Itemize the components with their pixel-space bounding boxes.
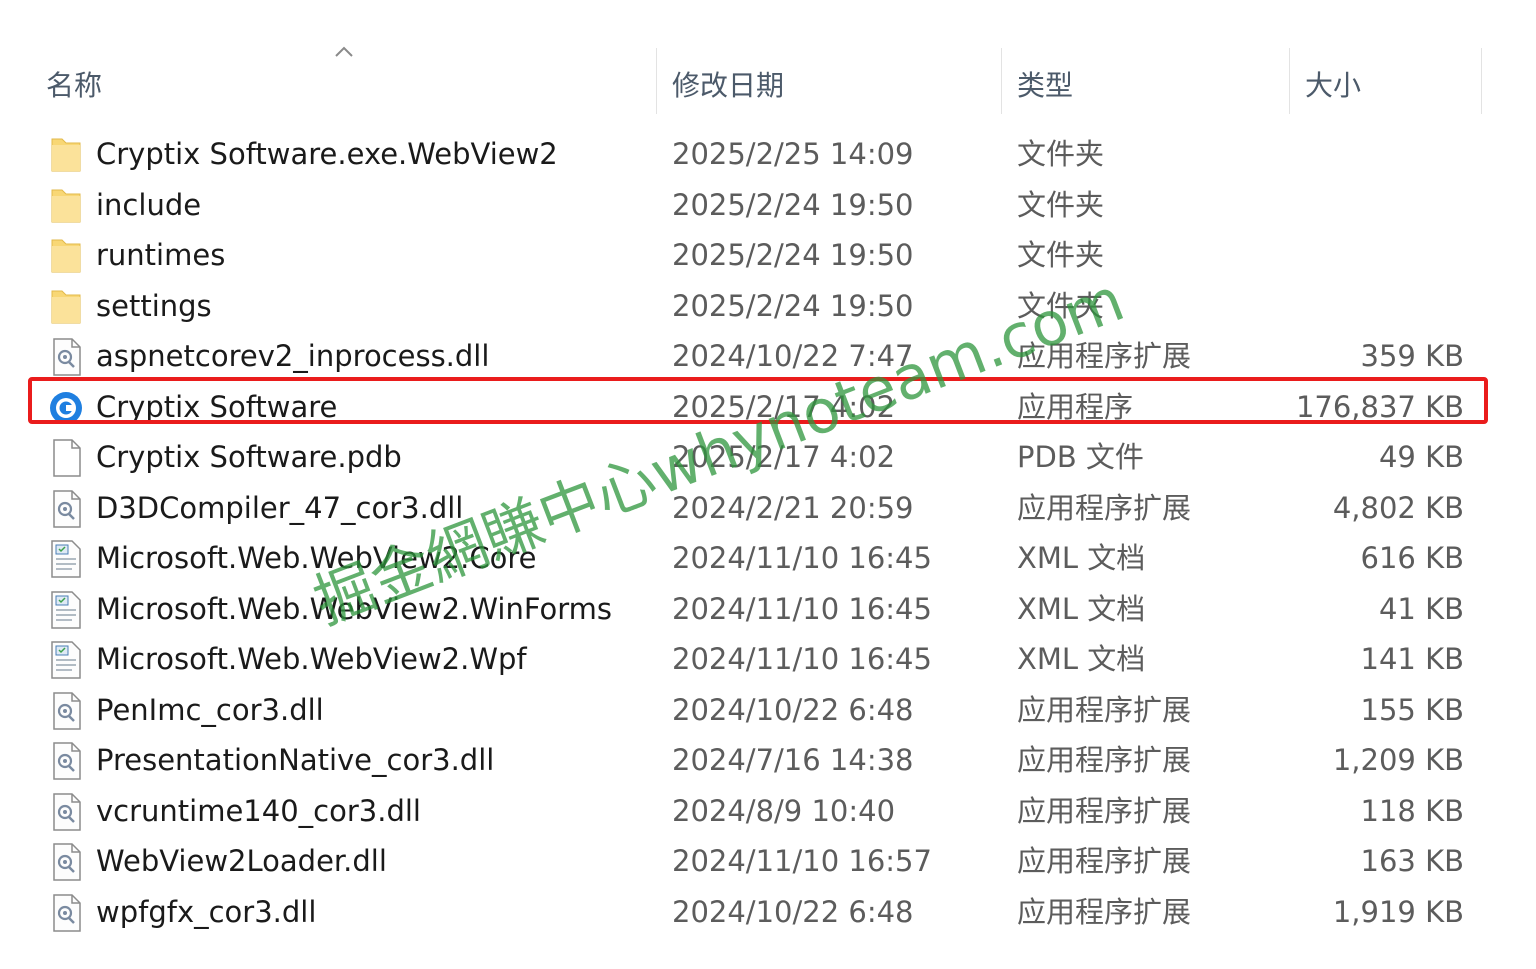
file-size: 616 KB — [1360, 541, 1464, 575]
column-divider[interactable] — [1001, 48, 1002, 114]
file-date: 2024/8/9 10:40 — [672, 793, 896, 828]
file-type: 文件夹 — [1017, 187, 1105, 222]
file-type: PDB 文件 — [1017, 440, 1144, 474]
file-size: 41 KB — [1378, 591, 1464, 626]
file-row[interactable]: D3DCompiler_47_cor3.dll 2024/2/21 20:59 应用… — [0, 483, 1536, 534]
file-row[interactable]: WebView2Loader.dll 2024/11/10 16:57 应用程序扩展… — [0, 836, 1536, 887]
dll-file-icon — [48, 489, 84, 529]
file-date: 2024/11/10 16:45 — [672, 591, 932, 626]
folder-icon — [48, 287, 84, 327]
file-type: 文件夹 — [1017, 288, 1105, 323]
file-date: 2024/2/21 20:59 — [672, 490, 914, 525]
file-row[interactable]: PresentationNative_cor3.dll 2024/7/16 14:… — [0, 735, 1536, 786]
file-type: XML 文档 — [1017, 591, 1146, 626]
file-date: 2024/10/22 6:48 — [672, 894, 914, 929]
xml-file-icon — [48, 590, 84, 630]
dll-file-icon — [48, 741, 84, 781]
folder-icon — [48, 186, 84, 226]
dll-file-icon — [48, 842, 84, 882]
file-date: 2024/11/10 16:45 — [672, 541, 932, 575]
file-list: Cryptix Software.exe.WebView2 2025/2/25 1… — [0, 129, 1536, 937]
file-date: 2025/2/24 19:50 — [672, 238, 914, 272]
file-size: 141 KB — [1360, 642, 1464, 676]
file-type: 应用程序扩展 — [1017, 339, 1192, 373]
file-name[interactable]: Cryptix Software.pdb — [96, 432, 402, 482]
file-date: 2025/2/24 19:50 — [672, 288, 914, 323]
file-row[interactable]: aspnetcorev2_inprocess.dll 2024/10/22 7:4… — [0, 331, 1536, 382]
file-size: 118 KB — [1360, 793, 1464, 828]
file-row[interactable]: Microsoft.Web.WebView2.WinForms 2024/11/1… — [0, 584, 1536, 635]
file-size: 49 KB — [1378, 440, 1464, 474]
file-name[interactable]: WebView2Loader.dll — [96, 836, 387, 886]
file-name[interactable]: Microsoft.Web.WebView2.WinForms — [96, 584, 612, 634]
file-name[interactable]: PresentationNative_cor3.dll — [96, 735, 494, 785]
file-type: XML 文档 — [1017, 642, 1146, 676]
file-name[interactable]: include — [96, 180, 201, 230]
file-date: 2025/2/24 19:50 — [672, 187, 914, 222]
file-name[interactable]: settings — [96, 281, 212, 331]
highlight-box — [28, 377, 1488, 424]
file-row[interactable]: Cryptix Software.exe.WebView2 2025/2/25 1… — [0, 129, 1536, 180]
file-name[interactable]: runtimes — [96, 230, 225, 280]
xml-file-icon — [48, 640, 84, 680]
dll-file-icon — [48, 792, 84, 832]
file-size: 163 KB — [1360, 844, 1464, 878]
file-row[interactable]: runtimes 2025/2/24 19:50 文件夹 — [0, 230, 1536, 281]
folder-icon — [48, 135, 84, 175]
file-type: 应用程序扩展 — [1017, 793, 1192, 828]
xml-file-icon — [48, 539, 84, 579]
column-divider[interactable] — [656, 48, 657, 114]
blank-file-icon — [48, 438, 84, 478]
file-type: 应用程序扩展 — [1017, 894, 1192, 929]
file-date: 2024/10/22 7:47 — [672, 339, 914, 373]
column-divider[interactable] — [1289, 48, 1290, 114]
column-header-name[interactable]: 名称 — [46, 64, 102, 104]
file-name[interactable]: Microsoft.Web.WebView2.Wpf — [96, 634, 527, 684]
file-type: 应用程序扩展 — [1017, 490, 1192, 525]
dll-file-icon — [48, 337, 84, 377]
file-type: 文件夹 — [1017, 238, 1105, 272]
file-size: 359 KB — [1360, 339, 1464, 373]
sort-ascending-icon — [335, 46, 353, 57]
file-row[interactable]: wpfgfx_cor3.dll 2024/10/22 6:48 应用程序扩展 1,91… — [0, 887, 1536, 938]
file-date: 2024/10/22 6:48 — [672, 692, 914, 727]
file-name[interactable]: wpfgfx_cor3.dll — [96, 887, 316, 937]
file-name[interactable]: PenImc_cor3.dll — [96, 685, 324, 735]
dll-file-icon — [48, 691, 84, 731]
file-name[interactable]: Cryptix Software.exe.WebView2 — [96, 129, 558, 179]
file-type: 应用程序扩展 — [1017, 692, 1192, 727]
file-row[interactable]: Microsoft.Web.WebView2.Core 2024/11/10 16… — [0, 533, 1536, 584]
file-row[interactable]: Microsoft.Web.WebView2.Wpf 2024/11/10 16:… — [0, 634, 1536, 685]
file-date: 2024/11/10 16:45 — [672, 642, 932, 676]
file-row[interactable]: settings 2025/2/24 19:50 文件夹 — [0, 281, 1536, 332]
column-header-date[interactable]: 修改日期 — [672, 64, 784, 104]
file-type: 文件夹 — [1017, 137, 1105, 171]
file-name[interactable]: Microsoft.Web.WebView2.Core — [96, 533, 536, 583]
file-name[interactable]: D3DCompiler_47_cor3.dll — [96, 483, 463, 533]
file-row[interactable]: vcruntime140_cor3.dll 2024/8/9 10:40 应用程序扩… — [0, 786, 1536, 837]
file-row[interactable]: Cryptix Software.pdb 2025/2/17 4:02 PDB 文件… — [0, 432, 1536, 483]
column-header-size[interactable]: 大小 — [1305, 64, 1361, 104]
file-name[interactable]: vcruntime140_cor3.dll — [96, 786, 421, 836]
file-name[interactable]: aspnetcorev2_inprocess.dll — [96, 331, 489, 381]
file-size: 1,209 KB — [1332, 743, 1464, 777]
file-row[interactable]: PenImc_cor3.dll 2024/10/22 6:48 应用程序扩展 155 … — [0, 685, 1536, 736]
column-header-type[interactable]: 类型 — [1017, 64, 1073, 104]
file-date: 2024/7/16 14:38 — [672, 743, 914, 777]
file-size: 155 KB — [1360, 692, 1464, 727]
file-size: 4,802 KB — [1332, 490, 1464, 525]
dll-file-icon — [48, 893, 84, 933]
file-type: 应用程序扩展 — [1017, 743, 1192, 777]
file-row[interactable]: include 2025/2/24 19:50 文件夹 — [0, 180, 1536, 231]
folder-icon — [48, 236, 84, 276]
file-type: 应用程序扩展 — [1017, 844, 1192, 878]
column-header-bar: 名称 修改日期 类型 大小 — [0, 0, 1536, 118]
column-divider[interactable] — [1481, 48, 1482, 114]
file-type: XML 文档 — [1017, 541, 1146, 575]
file-date: 2025/2/25 14:09 — [672, 137, 914, 171]
file-date: 2024/11/10 16:57 — [672, 844, 932, 878]
file-date: 2025/2/17 4:02 — [672, 440, 896, 474]
file-size: 1,919 KB — [1332, 894, 1464, 929]
